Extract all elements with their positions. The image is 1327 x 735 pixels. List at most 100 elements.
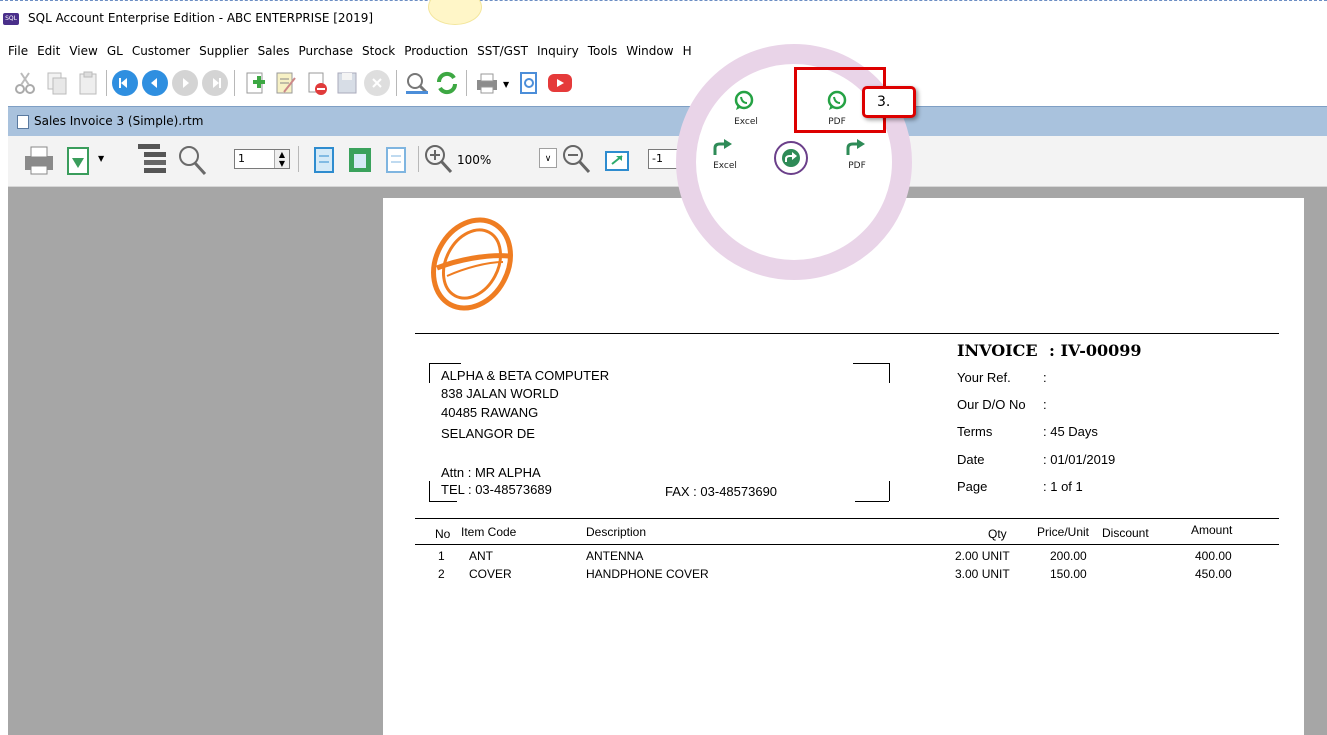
field-value: : [1043,370,1047,385]
field-value: : 45 Days [1043,424,1098,439]
row-price: 200.00 [1050,549,1087,563]
customer-fax: FAX : 03-48573690 [665,484,778,499]
delete-document-icon[interactable] [304,70,330,96]
column-header: Amount [1191,523,1233,537]
column-header: Price/Unit [1037,525,1090,539]
field-label: Date [957,452,985,467]
next-record-icon[interactable] [172,70,198,96]
zoom-dropdown[interactable]: ∨ [539,148,557,168]
share-pdf-label: PDF [848,161,866,171]
customer-tel: TEL : 03-48573689 [441,482,552,497]
paste-icon[interactable] [76,70,102,96]
field-label: Page [957,479,988,494]
menu-tools[interactable]: Tools [588,40,618,62]
document-window-caption: Sales Invoice 3 (Simple).rtm [8,106,1327,137]
report-page: ALPHA & BETA COMPUTER 838 JALAN WORLD 40… [383,198,1304,735]
menu-sales[interactable]: Sales [258,40,290,62]
header-rule [415,333,1279,334]
last-record-icon[interactable] [202,70,228,96]
refresh-icon[interactable] [434,70,460,96]
whatsapp-excel-label: Excel [734,117,758,127]
edit-document-icon[interactable] [272,70,298,96]
field-label: Our D/O No [957,397,1026,412]
search-icon[interactable] [174,142,208,178]
share-button[interactable] [774,141,808,175]
preview-print-icon[interactable] [22,142,56,178]
row-qty: 2.00 UNIT [955,549,1010,563]
app-icon[interactable]: SQL [3,13,19,25]
first-record-icon[interactable] [112,70,138,96]
share-excel-icon[interactable] [712,137,734,160]
youtube-icon[interactable] [548,74,572,92]
copy-icon[interactable] [44,70,70,96]
menu-file[interactable]: File [8,40,28,62]
field-label: Terms [957,424,993,439]
main-toolbar: ▼ [8,66,788,100]
menu-edit[interactable]: Edit [37,40,60,62]
menu-help[interactable]: H [683,40,692,62]
menu-customer[interactable]: Customer [132,40,190,62]
decorative-highlight [428,0,482,25]
menu-window[interactable]: Window [626,40,673,62]
share-excel-label: Excel [713,161,737,171]
window-titlebar: SQL SQL Account Enterprise Edition - ABC… [0,0,1327,38]
document-window-title: Sales Invoice 3 (Simple).rtm [34,114,204,128]
report-preview-icon [17,115,29,129]
row-qty: 3.00 UNIT [955,567,1010,581]
save-icon[interactable] [334,70,360,96]
new-document-icon[interactable] [242,70,268,96]
row-description: HANDPHONE COVER [586,567,709,581]
customer-name: ALPHA & BETA COMPUTER [441,368,610,383]
print-dropdown-icon[interactable]: ▼ [503,80,509,89]
column-header: Discount [1102,526,1149,540]
page-number-input[interactable]: 1 ▲ ▼ [234,149,290,169]
zoom-out-icon[interactable] [560,142,594,178]
zoom-in-icon[interactable] [422,142,456,178]
customer-address-line: 40485 RAWANG [441,405,539,420]
field-value: : 1 of 1 [1043,479,1083,494]
previous-record-icon[interactable] [142,70,168,96]
page-width-icon[interactable] [308,142,342,178]
print-preview-icon[interactable] [516,70,542,96]
menu-stock[interactable]: Stock [362,40,395,62]
menu-production[interactable]: Production [404,40,468,62]
export-icon[interactable] [62,142,96,178]
menu-inquiry[interactable]: Inquiry [537,40,579,62]
customer-attention: Attn : MR ALPHA [441,465,541,480]
menu-gl[interactable]: GL [107,40,123,62]
zoom-level: 100% [457,153,492,167]
table-header-rule [415,544,1279,545]
customer-address-line: SELANGOR DE [441,426,535,441]
column-header: Item Code [461,525,517,539]
table-top-rule [415,518,1279,519]
invoice-number: : IV-00099 [1049,341,1142,360]
menu-purchase[interactable]: Purchase [299,40,354,62]
fit-icon[interactable] [602,142,636,178]
menu-sst-gst[interactable]: SST/GST [477,40,528,62]
column-header: Qty [988,527,1007,541]
field-value: : 01/01/2019 [1043,452,1116,467]
whole-page-icon[interactable] [344,142,378,178]
menu-supplier[interactable]: Supplier [199,40,248,62]
row-no: 1 [438,549,445,563]
find-icon[interactable] [404,70,430,96]
cancel-icon[interactable] [364,70,390,96]
whatsapp-excel-icon[interactable] [733,89,755,114]
window-title: SQL Account Enterprise Edition - ABC ENT… [28,11,374,25]
preview-toolbar: ▼ 1 ▲ ▼ 100% ∨ -1 [8,136,1327,187]
outline-icon[interactable] [136,142,170,178]
row-price: 150.00 [1050,567,1087,581]
step-badge: 3. [862,86,916,118]
hundred-percent-icon[interactable] [380,142,414,178]
print-icon[interactable] [474,70,500,96]
cut-icon[interactable] [12,70,38,96]
invoice-heading: INVOICE [957,341,1038,360]
column-header: No [435,527,451,541]
customer-address-line: 838 JALAN WORLD [441,386,559,401]
export-dropdown-icon[interactable]: ▼ [98,154,104,163]
menu-view[interactable]: View [69,40,97,62]
column-header: Description [586,525,647,539]
row-no: 2 [438,567,445,581]
share-pdf-icon[interactable] [845,137,867,160]
row-description: ANTENNA [586,549,644,563]
